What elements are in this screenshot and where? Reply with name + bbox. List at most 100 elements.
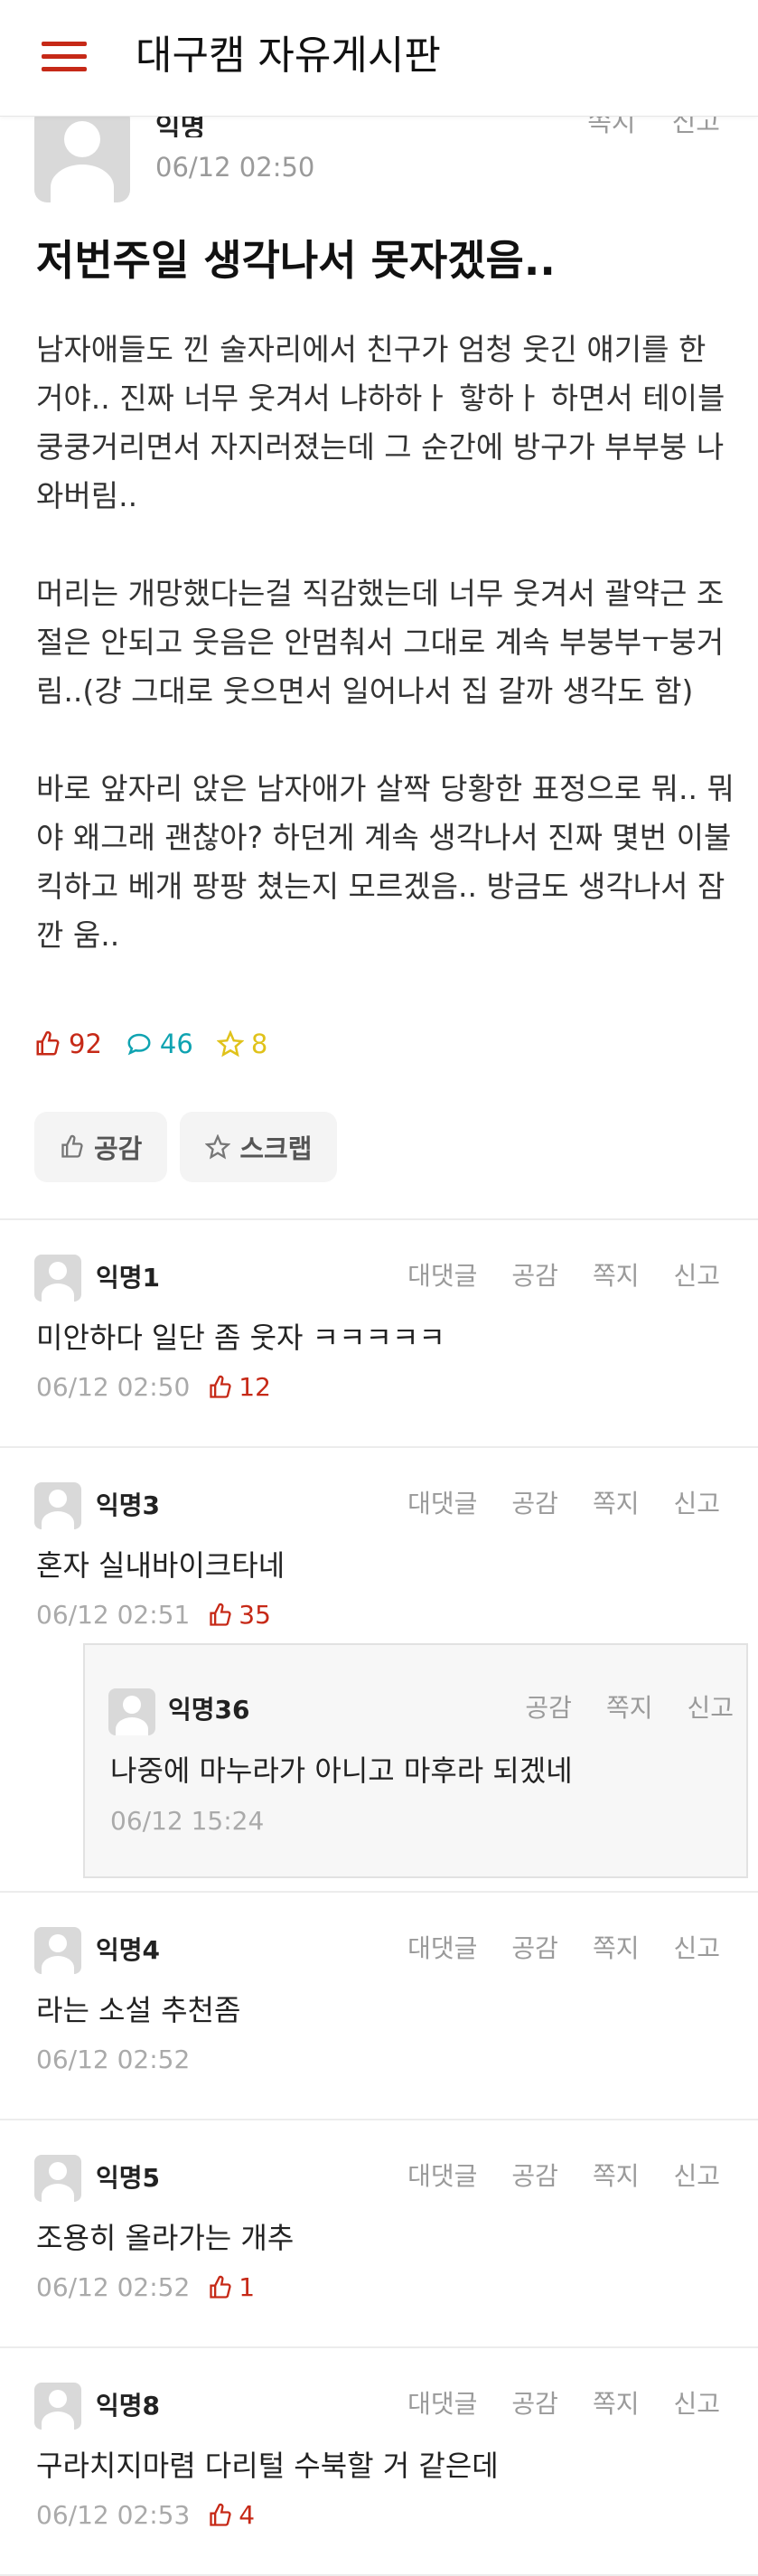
message-button[interactable]: 쪽지 [593,2389,640,2419]
comment-meta: 06/12 02:53 4 [36,2500,255,2530]
comment-like-button[interactable]: 공감 [525,1693,572,1723]
article-stats: 92 46 8 [34,1029,291,1059]
comment-like-button[interactable]: 공감 [511,1933,558,1963]
reply-author: 익명36 [168,1695,250,1725]
reply-item: 익명36 공감 쪽지 신고 나중에 마누라가 아니고 마후라 되겠네 06/12 1… [83,1643,748,1878]
menu-icon[interactable] [42,42,87,72]
comment-text: 구라치지마렴 다리털 수북할 거 같은데 [36,2449,499,2483]
reply-button[interactable]: 대댓글 [407,1261,477,1291]
reply-text: 나중에 마누라가 아니고 마후라 되겠네 [110,1753,573,1788]
comment-author: 익명1 [96,1263,161,1293]
thumbs-up-icon [210,1375,231,1398]
comment-author: 익명4 [96,1935,161,1965]
scrap-button-label: 스크랩 [239,1133,313,1164]
comment-date: 06/12 02:51 [36,1600,191,1630]
comment-author: 익명5 [96,2163,161,2193]
comment-item: 익명8 대댓글 공감 쪽지 신고 구라치지마렴 다리털 수북할 거 같은데 06/12… [0,2348,758,2576]
article-body: 남자애들도 낀 술자리에서 친구가 엄청 웃긴 얘기를 한 거야.. 진짜 너무… [36,325,736,1009]
comment-item: 익명1 대댓글 공감 쪽지 신고 미안하다 일단 좀 웃자 ㅋㅋㅋㅋㅋ 06/12 0… [0,1220,758,1448]
comment-like-count: 4 [208,2500,255,2530]
message-button[interactable]: 쪽지 [593,1261,640,1291]
thumbs-up-icon [210,2503,231,2526]
comment-text: 미안하다 일단 좀 웃자 ㅋㅋㅋㅋㅋ [36,1321,445,1355]
comment-date: 06/12 02:52 [36,2272,191,2302]
comment-actions: 대댓글 공감 쪽지 신고 [373,1256,720,1293]
comment-meta: 06/12 02:52 [36,2045,190,2074]
comment-like-count: 35 [208,1600,271,1630]
commenter-avatar [34,1927,81,1974]
comment-item: 익명5 대댓글 공감 쪽지 신고 조용히 올라가는 개추 06/12 02:52 1 [0,2120,758,2348]
comment-like-value: 35 [239,1600,271,1630]
comment-item: 익명4 대댓글 공감 쪽지 신고 라는 소설 추천좀 06/12 02:52 [0,1893,758,2120]
comment-like-button[interactable]: 공감 [511,1261,558,1291]
message-button[interactable]: 쪽지 [593,2161,640,2191]
report-button[interactable]: 신고 [673,1261,720,1291]
reply-button[interactable]: 대댓글 [407,1933,477,1963]
comment-icon [127,1033,151,1056]
commenter-avatar [34,1255,81,1302]
star-icon [216,1030,244,1058]
report-button[interactable]: 신고 [673,1933,720,1963]
scrap-count-value: 8 [250,1029,268,1059]
like-count-value: 92 [69,1029,102,1059]
commenter-avatar [108,1688,155,1735]
comment-count-value: 46 [159,1029,193,1059]
article: 익명 06/12 02:50 쪽지 신고 저번주일 생각나서 못자겠음.. 남자애… [0,107,758,1220]
commenter-avatar [34,2383,81,2430]
comment-meta: 06/12 02:51 35 [36,1600,271,1630]
board-title: 대구캠 자유게시판 [136,33,441,79]
commenter-avatar [34,1482,81,1529]
report-button[interactable]: 신고 [673,1489,720,1518]
comment-actions: 대댓글 공감 쪽지 신고 [373,2384,720,2421]
reply-actions: 공감 쪽지 신고 [491,1688,734,1725]
article-paragraph: 머리는 개망했다는걸 직감했는데 너무 웃겨서 괄약근 조절은 안되고 웃음은 … [36,576,725,709]
reply-button[interactable]: 대댓글 [407,2389,477,2419]
reply-meta: 06/12 15:24 [110,1806,264,1836]
report-button[interactable]: 신고 [673,2161,720,2191]
comment-like-count: 1 [208,2272,255,2302]
comment-text: 조용히 올라가는 개추 [36,2221,295,2255]
comment-text: 라는 소설 추천좀 [36,1993,241,2027]
comment-like-button[interactable]: 공감 [511,2161,558,2191]
comment-like-button[interactable]: 공감 [511,2389,558,2419]
message-button[interactable]: 쪽지 [593,1489,640,1518]
like-button[interactable]: 공감 [34,1112,168,1182]
thumbs-up-icon [210,1603,231,1626]
comment-author: 익명8 [96,2391,161,2421]
article-paragraph: 바로 앞자리 앉은 남자애가 살짝 당황한 표정으로 뭐.. 뭐야 왜그래 괜찮… [36,771,735,953]
reply-button[interactable]: 대댓글 [407,1489,477,1518]
commenter-avatar [34,2155,81,2202]
app-header: 대구캠 자유게시판 [0,0,758,117]
star-icon [205,1134,231,1160]
thumbs-up-icon [210,2275,231,2299]
article-title: 저번주일 생각나서 못자겠음.. [36,236,556,285]
comment-like-count: 12 [208,1372,271,1402]
author-avatar [34,107,130,202]
message-button[interactable]: 쪽지 [606,1693,653,1723]
report-button[interactable]: 신고 [673,2389,720,2419]
article-buttons: 공감 스크랩 [34,1112,350,1182]
reply-button[interactable]: 대댓글 [407,2161,477,2191]
reply-date: 06/12 15:24 [110,1806,265,1836]
like-count: 92 [34,1029,102,1059]
report-button[interactable]: 신고 [687,1693,734,1723]
comment-author: 익명3 [96,1490,161,1520]
comment-like-button[interactable]: 공감 [511,1489,558,1518]
comment-like-value: 4 [239,2500,256,2530]
comment-count: 46 [126,1029,193,1059]
comment-meta: 06/12 02:50 12 [36,1372,271,1402]
comment-date: 06/12 02:50 [36,1372,191,1402]
comment-like-value: 12 [239,1372,271,1402]
comment-date: 06/12 02:53 [36,2500,191,2530]
comment-actions: 대댓글 공감 쪽지 신고 [373,1929,720,1965]
comment-actions: 대댓글 공감 쪽지 신고 [373,2157,720,2193]
message-button[interactable]: 쪽지 [593,1933,640,1963]
article-date: 06/12 02:50 [155,152,315,183]
scrap-count: 8 [216,1029,268,1059]
scrap-button[interactable]: 스크랩 [180,1112,338,1182]
comment-date: 06/12 02:52 [36,2045,191,2074]
thumbs-up-icon [61,1134,83,1158]
comment-actions: 대댓글 공감 쪽지 신고 [373,1484,720,1520]
thumbs-up-icon [36,1030,60,1056]
like-button-label: 공감 [94,1133,143,1164]
